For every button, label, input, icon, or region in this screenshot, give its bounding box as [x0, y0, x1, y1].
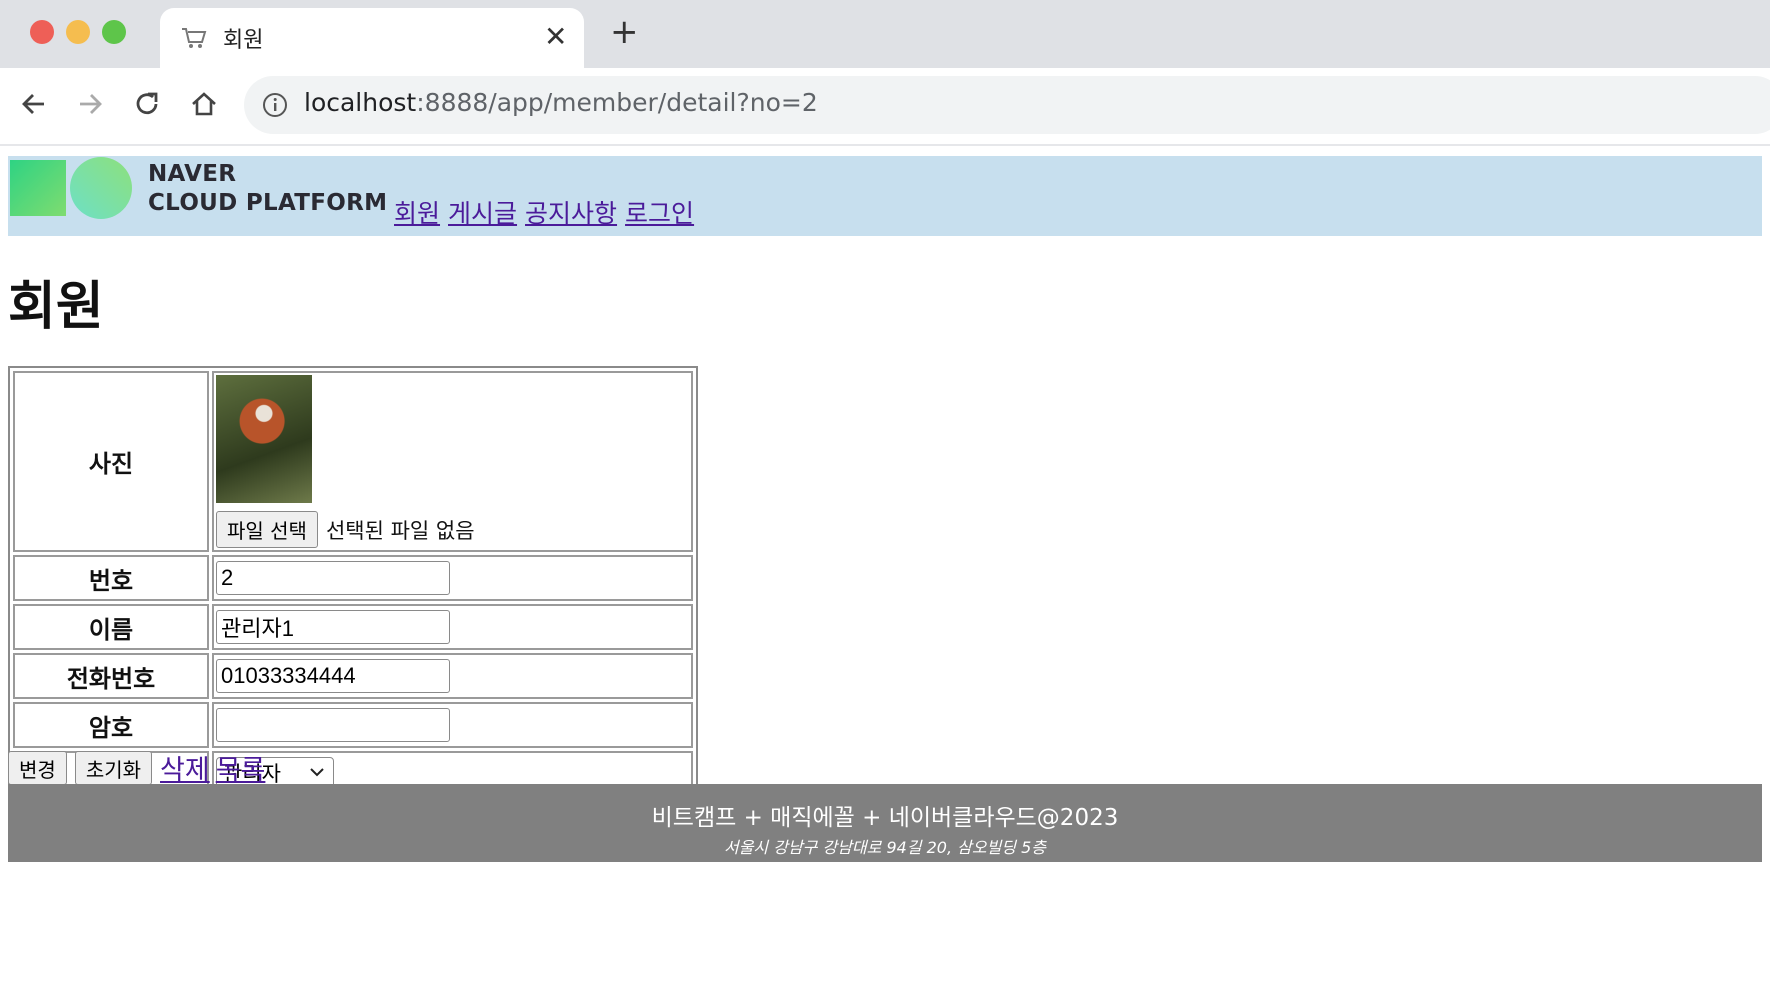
list-link[interactable]: 목록 [216, 748, 266, 787]
page-title: 회원 [8, 277, 104, 337]
tel-label: 전화번호 [13, 653, 209, 699]
site-footer: 비트캠프 + 매직에꼴 + 네이버클라우드@2023 서울시 강남구 강남대로 … [8, 784, 1762, 862]
form-actions: 변경 초기화 삭제 목록 [8, 748, 271, 787]
new-tab-icon[interactable]: + [610, 14, 639, 50]
no-label: 번호 [13, 555, 209, 601]
member-detail-table: 사진 파일 선택 선택된 파일 없음 번호 이름 전화번호 암호 [8, 366, 698, 800]
logo-circle [70, 157, 132, 219]
password-field[interactable] [216, 708, 450, 742]
tel-row: 전화번호 [13, 653, 693, 699]
close-window-button[interactable] [30, 20, 54, 44]
nav-link-notice[interactable]: 공지사항 [525, 199, 617, 228]
photo-cell: 파일 선택 선택된 파일 없음 [212, 371, 693, 552]
logo-line-2: CLOUD PLATFORM [148, 190, 388, 216]
logo-line-1: NAVER [148, 161, 237, 187]
nav-link-board[interactable]: 게시글 [448, 199, 517, 228]
address-bar[interactable]: localhost:8888/app/member/detail?no=2 [244, 76, 1770, 134]
maximize-window-button[interactable] [102, 20, 126, 44]
footer-line-1: 비트캠프 + 매직에꼴 + 네이버클라우드@2023 [651, 805, 1119, 831]
nav-link-member[interactable]: 회원 [394, 199, 440, 228]
browser-tab[interactable]: 회원 ✕ [160, 8, 584, 68]
photo-label: 사진 [13, 371, 209, 552]
reload-icon[interactable] [129, 86, 165, 122]
photo-row: 사진 파일 선택 선택된 파일 없음 [13, 371, 693, 552]
forward-arrow-icon[interactable] [72, 86, 108, 122]
page-content: NAVER CLOUD PLATFORM 회원 게시글 공지사항 로그인 회원 사진 … [0, 146, 1770, 988]
file-input: 파일 선택 선택된 파일 없음 [216, 511, 689, 548]
chevron-down-icon [310, 768, 324, 777]
url-text[interactable]: localhost:8888/app/member/detail?no=2 [304, 88, 818, 117]
tab-title: 회원 [223, 28, 264, 53]
reset-button[interactable]: 초기화 [74, 750, 153, 785]
site-header: NAVER CLOUD PLATFORM 회원 게시글 공지사항 로그인 [8, 156, 1762, 236]
password-label: 암호 [13, 702, 209, 748]
url-path: :8888/app/member/detail?no=2 [416, 88, 818, 117]
choose-file-button[interactable]: 파일 선택 [216, 511, 318, 548]
tel-field[interactable] [216, 659, 450, 693]
close-tab-icon[interactable]: ✕ [544, 20, 567, 53]
top-nav: 회원 게시글 공지사항 로그인 [394, 194, 702, 230]
name-field[interactable] [216, 610, 450, 644]
delete-link[interactable]: 삭제 [160, 748, 210, 787]
name-row: 이름 [13, 604, 693, 650]
home-icon[interactable] [186, 86, 222, 122]
no-row: 번호 [13, 555, 693, 601]
back-arrow-icon[interactable] [16, 86, 52, 122]
browser-toolbar: localhost:8888/app/member/detail?no=2 [0, 68, 1770, 146]
update-button[interactable]: 변경 [8, 750, 67, 785]
browser-tab-bar: 회원 ✕ + [0, 0, 1770, 68]
cart-icon [182, 28, 207, 48]
minimize-window-button[interactable] [66, 20, 90, 44]
naver-cloud-logo: NAVER CLOUD PLATFORM [148, 160, 387, 218]
no-field[interactable] [216, 561, 450, 595]
info-icon[interactable] [262, 92, 288, 118]
password-row: 암호 [13, 702, 693, 748]
logo-square [10, 160, 66, 216]
nav-link-login[interactable]: 로그인 [625, 199, 694, 228]
member-photo [216, 375, 312, 503]
footer-address: 서울시 강남구 강남대로 94길 20, 삼오빌딩 5층 [723, 838, 1047, 857]
name-label: 이름 [13, 604, 209, 650]
file-status: 선택된 파일 없음 [325, 518, 475, 543]
url-host: localhost [304, 88, 417, 117]
